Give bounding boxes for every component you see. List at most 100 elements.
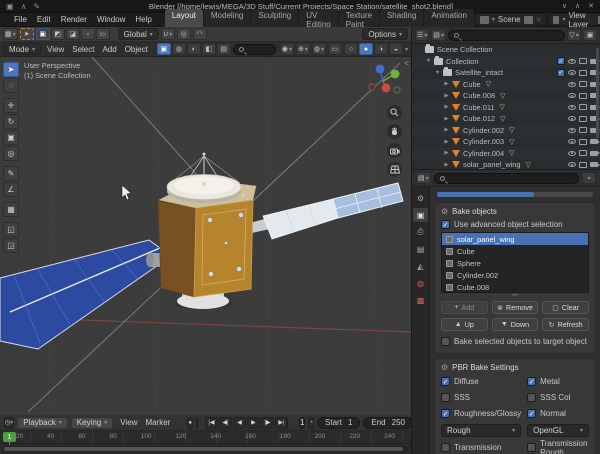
- bake-object-list[interactable]: solar_panel_wingCubeSphereCylinder.002Cu…: [441, 232, 589, 293]
- pan-hand-icon[interactable]: [387, 124, 402, 139]
- clear-button[interactable]: ▢Clear: [542, 301, 589, 314]
- camera-icon[interactable]: [590, 162, 598, 167]
- keying-dropdown[interactable]: Keying▾: [71, 417, 113, 429]
- camera-view-icon[interactable]: [387, 143, 402, 158]
- down-button[interactable]: ▼Down: [492, 318, 539, 331]
- refresh-button[interactable]: ↻Refresh: [542, 318, 589, 331]
- sidebar-collapse-icon[interactable]: <: [404, 59, 409, 68]
- expand-icon[interactable]: ▶: [443, 116, 450, 122]
- view-layer-tab[interactable]: ▤: [413, 242, 428, 256]
- overlays-dropdown[interactable]: ◍▾: [312, 43, 326, 55]
- eye-icon[interactable]: [568, 162, 576, 167]
- menu-help[interactable]: Help: [130, 13, 156, 26]
- pbr-select-opengl[interactable]: OpenGL▾: [527, 424, 589, 437]
- checkbox[interactable]: [527, 443, 536, 452]
- camera-icon[interactable]: [590, 151, 598, 156]
- up-button[interactable]: ▲Up: [441, 318, 488, 331]
- select-mode-tweak-icon[interactable]: ▣: [36, 28, 50, 40]
- pbr-check-sss-col[interactable]: SSS Col: [527, 392, 589, 403]
- gizmo-dropdown[interactable]: ⊕▾: [296, 43, 310, 55]
- shading-rendered-icon[interactable]: ◒: [389, 43, 403, 55]
- expand-icon[interactable]: ▶: [443, 162, 450, 168]
- view-layer-selector[interactable]: ▾ View Layer: [549, 14, 600, 25]
- shading-wireframe-icon[interactable]: ○: [344, 43, 358, 55]
- viewport-canvas[interactable]: [0, 57, 411, 415]
- eye-icon[interactable]: [568, 116, 576, 121]
- viewport-menu-view[interactable]: View: [43, 45, 68, 54]
- falloff-button[interactable]: ◠: [193, 28, 207, 40]
- outliner-editor-type-button[interactable]: ☰▾: [415, 29, 429, 41]
- edit-icon[interactable]: ✎: [33, 2, 40, 11]
- frame-end-field[interactable]: End250: [363, 417, 413, 429]
- editor-mode-icon-5[interactable]: ▤: [217, 43, 231, 55]
- world-tab[interactable]: ◍: [413, 276, 428, 290]
- select-box-tool[interactable]: ➤: [3, 62, 19, 77]
- transform-tool[interactable]: ◎: [3, 146, 19, 161]
- active-tool-button[interactable]: ➤: [20, 28, 34, 40]
- outliner-new-collection-button[interactable]: ▣: [583, 29, 597, 41]
- viewport-menu-select[interactable]: Select: [68, 45, 98, 54]
- advanced-selection-checkbox[interactable]: [441, 220, 450, 229]
- outliner-row-cylinder-003[interactable]: ▶Cylinder.003▽: [412, 136, 600, 148]
- window-up-icon[interactable]: ∧: [21, 2, 27, 11]
- perspective-toggle-icon[interactable]: [387, 162, 402, 177]
- auto-keyframe-filter-button[interactable]: [196, 417, 198, 429]
- close-button[interactable]: ✕: [588, 2, 594, 10]
- maximize-button[interactable]: ∧: [575, 2, 580, 10]
- playhead[interactable]: 1: [3, 432, 16, 442]
- expand-icon[interactable]: ▶: [443, 104, 450, 110]
- add-button[interactable]: +Add: [441, 301, 488, 314]
- outliner-row-cube-012[interactable]: ▶Cube.012▽: [412, 113, 600, 125]
- screen-icon[interactable]: [579, 70, 587, 76]
- checkbox[interactable]: [441, 409, 450, 418]
- prev-keyframe-button[interactable]: ◀|: [219, 417, 232, 429]
- bake-list-item-sphere[interactable]: Sphere: [442, 257, 588, 269]
- play-reverse-button[interactable]: ◀: [233, 417, 246, 429]
- eye-icon[interactable]: [568, 105, 576, 110]
- bake-target-checkbox-row[interactable]: Bake selected objects to target object: [441, 337, 589, 346]
- bake-list-item-solar-panel-wing[interactable]: solar_panel_wing: [442, 233, 588, 245]
- advanced-selection-checkbox-row[interactable]: Use advanced object selection: [441, 220, 589, 229]
- editor-mode-icon-1[interactable]: ▣: [157, 43, 171, 55]
- app-shortcut-icon[interactable]: ▣: [6, 2, 14, 11]
- eye-icon[interactable]: [568, 93, 576, 98]
- minimize-button[interactable]: ∨: [562, 2, 567, 10]
- editor-mode-icon-3[interactable]: ◐: [187, 43, 201, 55]
- menu-edit[interactable]: Edit: [32, 13, 56, 26]
- bake-target-checkbox[interactable]: [441, 337, 450, 346]
- transform-orientation-dropdown[interactable]: Global▾: [118, 28, 159, 40]
- shading-solid-icon[interactable]: ●: [359, 43, 373, 55]
- output-tab[interactable]: ⎙: [413, 225, 428, 239]
- tool-tab[interactable]: ⚙: [413, 191, 428, 205]
- outliner-row-cylinder-004[interactable]: ▶Cylinder.004▽: [412, 148, 600, 160]
- bake-list-item-cylinder-002[interactable]: Cylinder.002: [442, 269, 588, 281]
- expand-icon[interactable]: ▼: [425, 58, 432, 64]
- solar-panel-wing-right[interactable]: [250, 183, 403, 239]
- eye-icon[interactable]: [568, 70, 576, 75]
- outliner-row-solar-panel-wing[interactable]: ▶solar_panel_wing▽: [412, 159, 600, 170]
- pbr-select-rough[interactable]: Rough▾: [441, 424, 521, 437]
- checkbox[interactable]: [441, 377, 450, 386]
- proportional-edit-button[interactable]: ◎: [177, 28, 191, 40]
- include-checkbox[interactable]: [557, 57, 565, 65]
- mode-dropdown[interactable]: Mode▾: [3, 43, 41, 55]
- include-checkbox[interactable]: [557, 69, 565, 77]
- next-keyframe-button[interactable]: |▶: [261, 417, 274, 429]
- snap-magnet-button[interactable]: ∪▾: [161, 28, 175, 40]
- bake-list-item-cube-008[interactable]: Cube.008: [442, 281, 588, 293]
- screen-icon[interactable]: [579, 58, 587, 64]
- timeline-ruler[interactable]: 20406080100120140160180200220240 1: [0, 431, 411, 444]
- screen-icon[interactable]: [579, 116, 587, 122]
- pbr-check-roughness-glossy[interactable]: Roughness/Glossy: [441, 408, 521, 419]
- outliner-row-cube[interactable]: ▶Cube▽: [412, 79, 600, 91]
- screen-icon[interactable]: [579, 150, 587, 156]
- pbr-check-metal[interactable]: Metal: [527, 376, 589, 387]
- outliner-row-cylinder-002[interactable]: ▶Cylinder.002▽: [412, 125, 600, 137]
- expand-icon[interactable]: ▶: [443, 127, 450, 133]
- pbr-check-sss[interactable]: SSS: [441, 392, 521, 403]
- checkbox[interactable]: [527, 409, 536, 418]
- expand-icon[interactable]: ▼: [434, 70, 441, 76]
- outliner-row-scene-collection[interactable]: Scene Collection: [412, 44, 600, 56]
- corner-tool-1[interactable]: ◱: [3, 222, 19, 237]
- scene-selector[interactable]: ▾ Scene ✕: [476, 14, 546, 25]
